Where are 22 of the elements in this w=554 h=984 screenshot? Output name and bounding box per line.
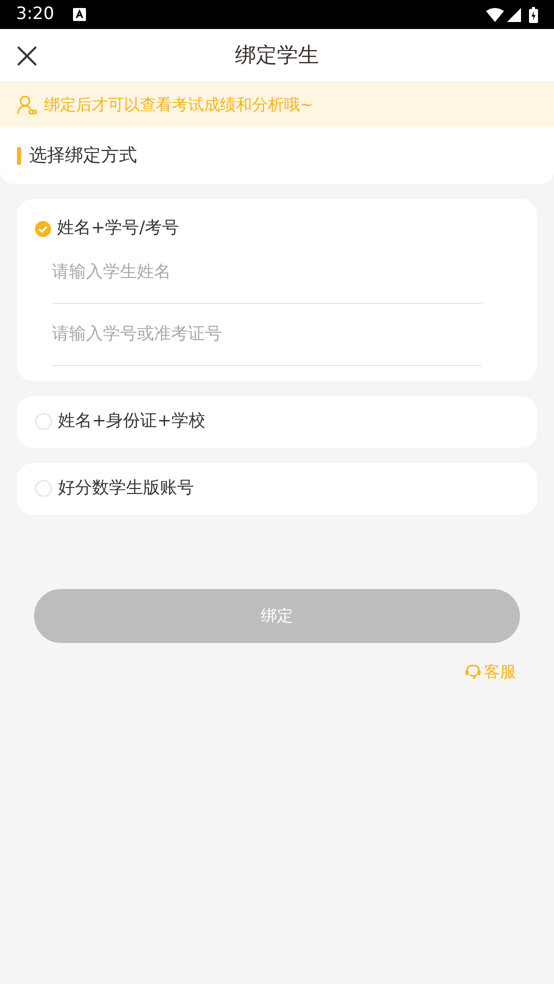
radio-button[interactable]: [35, 413, 52, 430]
headset-icon: [465, 664, 481, 680]
page-title: 绑定学生: [235, 42, 319, 69]
status-time: 3:20: [16, 2, 54, 26]
option-label: 姓名+身份证+学校: [58, 410, 206, 433]
radio-button[interactable]: [35, 480, 52, 497]
notification-icon: [73, 8, 86, 21]
notice-text: 绑定后才可以查看考试成绩和分析哦~: [44, 94, 314, 116]
option-card[interactable]: 姓名+学号/考号 请输入学生姓名 请输入学号或准考证号: [17, 199, 537, 380]
option-card[interactable]: 姓名+身份证+学校: [17, 396, 537, 448]
option-label: 好分数学生版账号: [58, 476, 194, 500]
signal-icon: [507, 8, 521, 22]
close-icon: [17, 46, 37, 66]
wifi-icon: [486, 8, 504, 22]
option-card[interactable]: 好分数学生版账号: [17, 462, 537, 514]
person-icon: [17, 95, 37, 115]
option-label: 姓名+学号/考号: [57, 217, 179, 240]
input-field[interactable]: 请输入学生姓名: [52, 242, 482, 304]
radio-checked-icon[interactable]: [35, 220, 51, 237]
section-title: 选择绑定方式: [29, 144, 137, 168]
input-field[interactable]: 请输入学号或准考证号: [52, 304, 482, 366]
battery-icon: [529, 6, 538, 22]
